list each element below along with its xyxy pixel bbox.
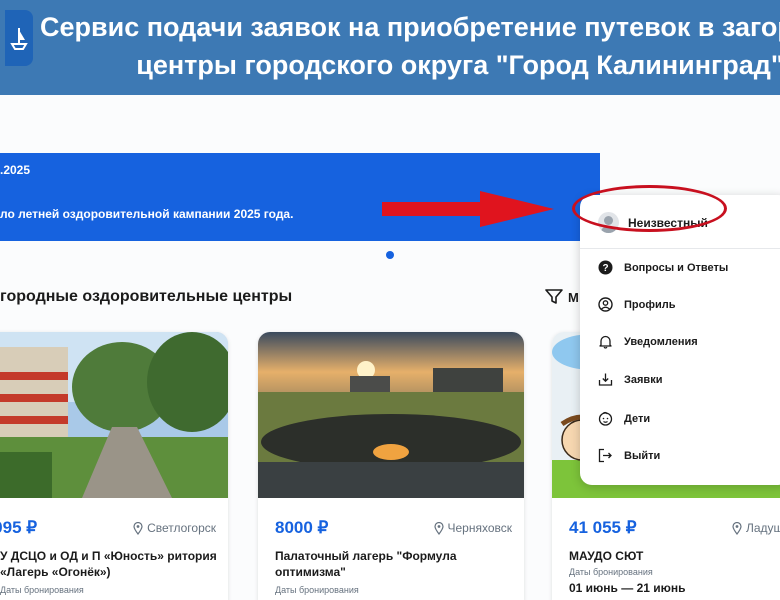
page-title: Сервис подачи заявок на приобретение пут…	[0, 8, 780, 84]
section-title: городные оздоровительные центры	[0, 288, 293, 305]
card-price: 41 055 ₽	[569, 518, 637, 537]
card-dates-label: Даты бронирования	[275, 585, 359, 595]
card-name: Палаточный лагерь "Формула оптимизма"	[275, 549, 457, 579]
header-banner: Сервис подачи заявок на приобретение пут…	[0, 0, 780, 95]
card-price: 6 095 ₽	[0, 518, 38, 537]
card-dates-label: Даты бронирования	[569, 567, 653, 577]
filter-label[interactable]: М	[568, 290, 579, 305]
card-dates-label: Даты бронирования	[0, 585, 84, 595]
child-icon	[598, 411, 613, 426]
menu-item-notifications[interactable]: Уведомления	[598, 334, 698, 349]
camp-photo	[0, 332, 228, 498]
location-pin-icon	[732, 521, 742, 535]
main-content: .2025 ло летней оздоровительной кампании…	[0, 95, 780, 600]
user-dropdown-menu: Неизвестный ? Вопросы и Ответы Профиль У	[580, 195, 780, 485]
menu-item-label: Вопросы и Ответы	[624, 261, 729, 274]
menu-item-faq[interactable]: ? Вопросы и Ответы	[598, 260, 728, 275]
bell-icon	[599, 335, 612, 349]
camp-card[interactable]: 8000 ₽ Черняховск Палаточный лагерь "Фор…	[258, 332, 524, 600]
card-location: Черняховск	[433, 521, 513, 535]
help-icon: ?	[598, 260, 613, 275]
card-location: Светлогорск	[133, 521, 216, 535]
menu-item-label: Дети	[624, 412, 651, 425]
menu-item-children[interactable]: Дети	[598, 411, 650, 426]
menu-item-label: Выйти	[624, 449, 661, 462]
red-oval-annotation	[572, 185, 727, 232]
title-line-2: центры городского округа "Город Калининг…	[136, 50, 780, 80]
slide-date: .2025	[0, 163, 31, 177]
card-name: У ДСЦО и ОД и П «Юность» ритория «Лагерь…	[0, 549, 217, 579]
filter-icon[interactable]	[545, 289, 563, 305]
card-location-label: Черняховск	[447, 521, 513, 535]
card-location-label: Ладуш	[746, 521, 780, 535]
card-name: МАУДО СЮТ	[569, 549, 644, 563]
card-location-label: Светлогорск	[147, 521, 216, 535]
menu-item-label: Профиль	[624, 298, 676, 311]
location-pin-icon	[133, 521, 143, 535]
menu-item-logout[interactable]: Выйти	[598, 448, 660, 463]
title-line-1: Сервис подачи заявок на приобретение пут…	[40, 12, 780, 42]
card-dates: 01 июнь — 21 июнь	[569, 581, 686, 595]
card-location: Ладуш	[732, 521, 780, 535]
location-pin-icon	[433, 521, 444, 535]
profile-icon	[598, 297, 613, 312]
menu-item-label: Заявки	[624, 373, 663, 386]
logout-icon	[598, 448, 612, 463]
menu-item-applications[interactable]: Заявки	[598, 372, 662, 387]
red-arrow-annotation	[382, 191, 554, 227]
slide-text: ло летней оздоровительной кампании 2025 …	[0, 207, 294, 221]
carousel-dot-active[interactable]	[386, 251, 394, 259]
inbox-icon	[598, 373, 613, 386]
menu-divider	[580, 248, 780, 249]
camp-photo	[258, 332, 524, 498]
svg-text:?: ?	[602, 263, 608, 274]
card-price: 8000 ₽	[275, 518, 329, 537]
menu-item-label: Уведомления	[624, 335, 698, 348]
menu-item-profile[interactable]: Профиль	[598, 297, 675, 312]
camp-card[interactable]: 6 095 ₽ Светлогорск У ДСЦО и ОД и П «Юно…	[0, 332, 228, 600]
